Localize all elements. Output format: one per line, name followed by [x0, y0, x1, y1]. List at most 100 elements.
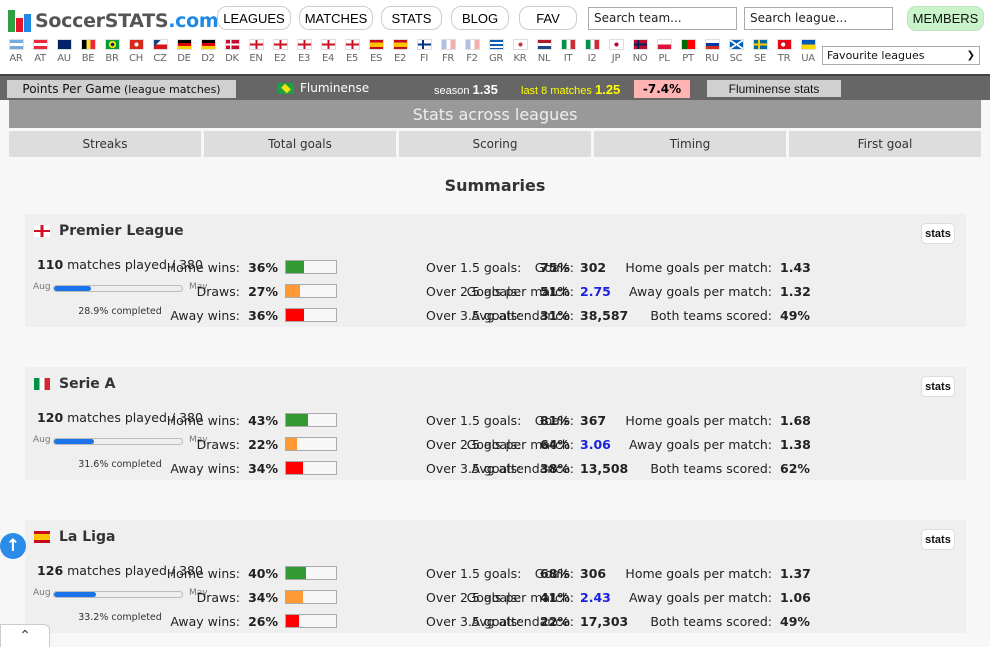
- germany-flag-icon: [176, 39, 192, 50]
- league-name[interactable]: Premier League: [34, 223, 184, 239]
- flag-link-e5[interactable]: E5: [340, 39, 364, 64]
- flag-link-ua[interactable]: UA: [796, 39, 820, 64]
- nav-blog-button[interactable]: BLOG: [451, 6, 509, 30]
- league-name[interactable]: La Liga: [34, 529, 115, 545]
- flag-link-f2[interactable]: F2: [460, 39, 484, 64]
- flag-link-de[interactable]: DE: [172, 39, 196, 64]
- stat-value: 34%: [248, 589, 278, 605]
- flag-link-pt[interactable]: PT: [676, 39, 700, 64]
- stat-label: Home wins:: [166, 565, 240, 581]
- percentage-bar-fill: [286, 567, 306, 579]
- arrow-up-icon: ↑: [5, 536, 21, 556]
- tab-streaks[interactable]: Streaks: [9, 131, 201, 157]
- percentage-bar: [285, 308, 337, 322]
- flag-link-gr[interactable]: GR: [484, 39, 508, 64]
- members-button[interactable]: MEMBERS: [907, 6, 984, 31]
- season-progress-fill: [54, 439, 95, 444]
- league-name[interactable]: Serie A: [34, 376, 116, 392]
- tab-total-goals[interactable]: Total goals: [204, 131, 396, 157]
- flag-link-ar[interactable]: AR: [4, 39, 28, 64]
- greece-flag-icon: [488, 39, 504, 50]
- collapse-panel-button[interactable]: ⌃: [0, 624, 50, 647]
- flag-link-no[interactable]: NO: [628, 39, 652, 64]
- nav-matches-button[interactable]: MATCHES: [299, 6, 373, 30]
- logo-text: SoccerSTATS.com: [35, 10, 219, 32]
- flag-link-be[interactable]: BE: [76, 39, 100, 64]
- flag-link-jp[interactable]: JP: [604, 39, 628, 64]
- england-flag-icon: [34, 225, 50, 237]
- flag-link-e3[interactable]: E3: [292, 39, 316, 64]
- flag-code: AU: [57, 53, 71, 64]
- flag-link-kr[interactable]: KR: [508, 39, 532, 64]
- search-league-input[interactable]: Search league...: [744, 7, 893, 30]
- team-stats-button[interactable]: Fluminense stats: [707, 80, 841, 97]
- flag-code: PT: [682, 53, 694, 64]
- flag-link-au[interactable]: AU: [52, 39, 76, 64]
- flag-link-ch[interactable]: CH: [124, 39, 148, 64]
- stats-tabs: Streaks Total goals Scoring Timing First…: [9, 131, 981, 157]
- flag-link-pl[interactable]: PL: [652, 39, 676, 64]
- flag-link-it[interactable]: IT: [556, 39, 580, 64]
- site-logo[interactable]: SoccerSTATS.com: [8, 6, 219, 32]
- country-flags-bar: AR AT AU BE BR CH CZ DE D2 DK EN E2 E3 E4 E5 ES E2 FI FR F2…: [4, 39, 820, 64]
- flag-code: FI: [419, 53, 429, 64]
- stat-row: Both teams scored: 62%: [594, 459, 810, 477]
- stat-row: Goals per match: 2.75: [424, 282, 611, 300]
- flag-code: TR: [777, 53, 791, 64]
- logo-bar-icon: [24, 14, 31, 32]
- flag-link-fi[interactable]: FI: [412, 39, 436, 64]
- brazil-flag-icon: [104, 39, 120, 50]
- flag-link-at[interactable]: AT: [28, 39, 52, 64]
- stat-value: 49%: [780, 307, 810, 323]
- team-name[interactable]: Fluminense: [278, 81, 369, 95]
- stat-label: Away wins:: [170, 613, 240, 629]
- stat-row: Goals per match: 3.06: [424, 435, 611, 453]
- flag-link-nl[interactable]: NL: [532, 39, 556, 64]
- league-summary-card: La Liga stats 126 matches played / 380 A…: [25, 520, 966, 633]
- flag-link-br[interactable]: BR: [100, 39, 124, 64]
- tab-first-goal[interactable]: First goal: [789, 131, 981, 157]
- nav-leagues-button[interactable]: LEAGUES: [217, 6, 291, 30]
- flag-code: I2: [587, 53, 597, 64]
- flag-link-d2[interactable]: D2: [196, 39, 220, 64]
- flag-code: F2: [466, 53, 478, 64]
- flag-code: CZ: [153, 53, 167, 64]
- nav-stats-button[interactable]: STATS: [381, 6, 442, 30]
- flag-link-dk[interactable]: DK: [220, 39, 244, 64]
- stat-row: Away goals per match: 1.38: [594, 435, 811, 453]
- flag-link-sc[interactable]: SC: [724, 39, 748, 64]
- league-summary-card: Premier League stats 110 matches played …: [25, 214, 966, 327]
- stat-label: Goals:: [534, 259, 574, 275]
- flag-link-se[interactable]: SE: [748, 39, 772, 64]
- favourite-leagues-select[interactable]: Favourite leagues ❯: [822, 46, 980, 65]
- spain-flag-icon: [34, 531, 50, 543]
- percentage-bar-fill: [286, 438, 297, 450]
- nav-fav-button[interactable]: FAV: [519, 6, 577, 30]
- league-stats-button[interactable]: stats: [921, 376, 955, 397]
- league-stats-button[interactable]: stats: [921, 223, 955, 244]
- league-stats-button[interactable]: stats: [921, 529, 955, 550]
- search-team-input[interactable]: Search team...: [588, 7, 737, 30]
- flag-code: PL: [658, 53, 670, 64]
- ppg-change-badge: -7.4%: [634, 80, 690, 98]
- flag-link-e2[interactable]: E2: [388, 39, 412, 64]
- scroll-to-top-button[interactable]: ↑: [0, 533, 26, 559]
- flag-link-en[interactable]: EN: [244, 39, 268, 64]
- flag-code: E5: [345, 53, 359, 64]
- flag-link-i2[interactable]: I2: [580, 39, 604, 64]
- flag-link-cz[interactable]: CZ: [148, 39, 172, 64]
- ppg-label: Points Per Game (league matches): [7, 80, 236, 98]
- flag-link-es[interactable]: ES: [364, 39, 388, 64]
- stat-row: Goals: 306: [424, 564, 606, 582]
- flag-link-tr[interactable]: TR: [772, 39, 796, 64]
- flag-link-e4[interactable]: E4: [316, 39, 340, 64]
- stat-label: Home goals per match:: [625, 259, 772, 275]
- flag-code: BE: [81, 53, 95, 64]
- tab-timing[interactable]: Timing: [594, 131, 786, 157]
- stat-row: Goals per match: 2.43: [424, 588, 611, 606]
- flag-code: SE: [753, 53, 767, 64]
- flag-link-fr[interactable]: FR: [436, 39, 460, 64]
- flag-link-ru[interactable]: RU: [700, 39, 724, 64]
- flag-link-e2[interactable]: E2: [268, 39, 292, 64]
- tab-scoring[interactable]: Scoring: [399, 131, 591, 157]
